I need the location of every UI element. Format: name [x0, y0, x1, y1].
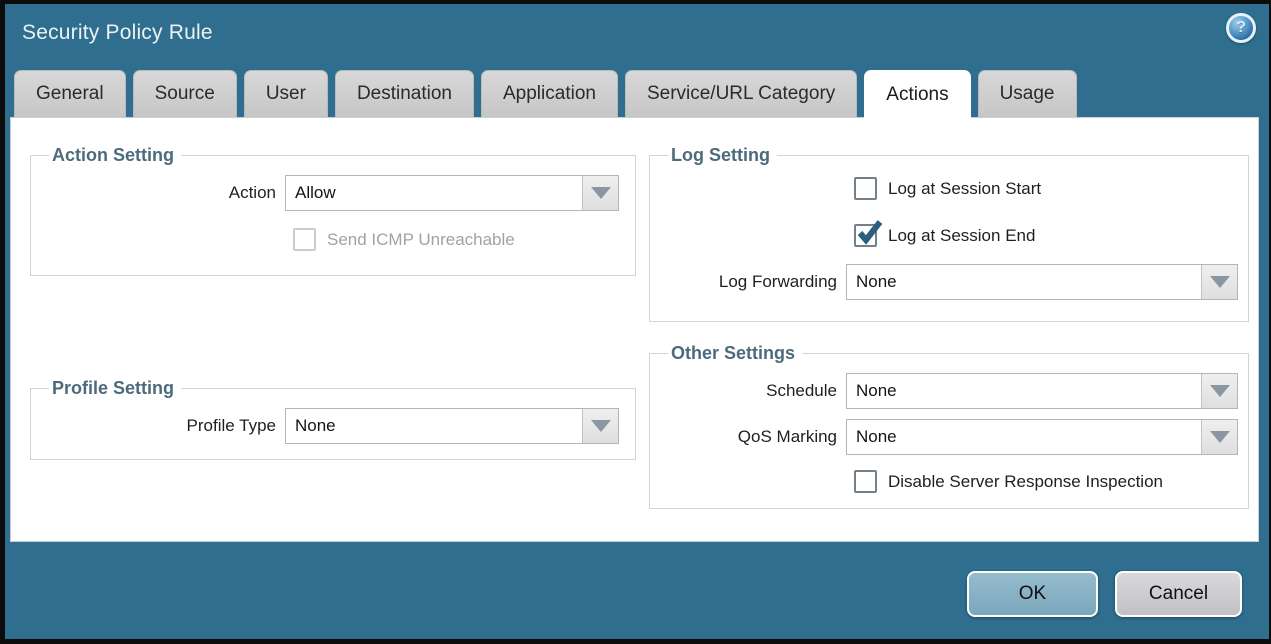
qos-marking-label: QoS Marking [660, 427, 846, 447]
tab-general[interactable]: General [14, 70, 126, 117]
tab-application[interactable]: Application [481, 70, 618, 117]
help-icon[interactable]: ? [1226, 13, 1256, 43]
qos-marking-dropdown-value: None [847, 420, 1201, 454]
action-label: Action [41, 183, 285, 203]
profile-type-dropdown-value: None [286, 409, 582, 443]
profile-type-dropdown-button[interactable] [582, 409, 618, 443]
tab-usage[interactable]: Usage [978, 70, 1077, 117]
log-forwarding-label: Log Forwarding [660, 272, 846, 292]
tab-label: Source [155, 83, 215, 105]
tab-destination[interactable]: Destination [335, 70, 474, 117]
other-settings-group: Other Settings Schedule None QoS Marking… [649, 343, 1249, 509]
tab-label: Actions [886, 84, 948, 106]
tab-actions[interactable]: Actions [864, 70, 970, 118]
security-policy-rule-dialog: Security Policy Rule ? General Source Us… [0, 0, 1271, 644]
cancel-button[interactable]: Cancel [1115, 571, 1242, 617]
tab-label: Application [503, 83, 596, 105]
profile-type-label: Profile Type [41, 416, 285, 436]
action-dropdown[interactable]: Allow [285, 175, 619, 211]
tab-user[interactable]: User [244, 70, 328, 117]
ok-button[interactable]: OK [967, 571, 1098, 617]
send-icmp-unreachable-checkbox [293, 228, 316, 251]
other-settings-legend: Other Settings [668, 343, 802, 364]
schedule-dropdown[interactable]: None [846, 373, 1238, 409]
tab-label: Destination [357, 83, 452, 105]
send-icmp-unreachable-label: Send ICMP Unreachable [327, 230, 515, 250]
action-dropdown-value: Allow [286, 176, 582, 210]
schedule-dropdown-button[interactable] [1201, 374, 1237, 408]
profile-setting-group: Profile Setting Profile Type None [30, 378, 636, 460]
log-at-session-end-checkbox[interactable] [854, 224, 877, 247]
log-forwarding-dropdown[interactable]: None [846, 264, 1238, 300]
dialog-footer: OK Cancel [967, 571, 1242, 617]
profile-setting-legend: Profile Setting [49, 378, 181, 399]
action-setting-legend: Action Setting [49, 145, 181, 166]
chevron-down-icon [591, 420, 611, 432]
schedule-dropdown-value: None [847, 374, 1201, 408]
tab-label: Usage [1000, 83, 1055, 105]
log-setting-legend: Log Setting [668, 145, 777, 166]
question-mark-glyph: ? [1236, 20, 1246, 36]
qos-marking-dropdown-button[interactable] [1201, 420, 1237, 454]
chevron-down-icon [591, 187, 611, 199]
dialog-title: Security Policy Rule [22, 21, 213, 45]
log-at-session-end-label: Log at Session End [888, 226, 1035, 246]
actions-tab-panel: Action Setting Action Allow Send ICMP Un… [10, 117, 1259, 542]
disable-server-response-inspection-checkbox[interactable] [854, 470, 877, 493]
tab-source[interactable]: Source [133, 70, 237, 117]
title-bar: Security Policy Rule ? [5, 4, 1269, 66]
log-at-session-start-label: Log at Session Start [888, 179, 1041, 199]
action-dropdown-button[interactable] [582, 176, 618, 210]
log-forwarding-dropdown-button[interactable] [1201, 265, 1237, 299]
tab-label: General [36, 83, 104, 105]
chevron-down-icon [1210, 431, 1230, 443]
log-forwarding-dropdown-value: None [847, 265, 1201, 299]
action-setting-group: Action Setting Action Allow Send ICMP Un… [30, 145, 636, 276]
tab-label: Service/URL Category [647, 83, 835, 105]
schedule-label: Schedule [660, 381, 846, 401]
tab-label: User [266, 83, 306, 105]
disable-server-response-inspection-label: Disable Server Response Inspection [888, 472, 1163, 492]
log-setting-group: Log Setting Log at Session Start Log at … [649, 145, 1249, 322]
log-at-session-start-checkbox[interactable] [854, 177, 877, 200]
chevron-down-icon [1210, 276, 1230, 288]
chevron-down-icon [1210, 385, 1230, 397]
profile-type-dropdown[interactable]: None [285, 408, 619, 444]
checkmark-icon [856, 219, 883, 246]
qos-marking-dropdown[interactable]: None [846, 419, 1238, 455]
tab-bar: General Source User Destination Applicat… [14, 66, 1260, 117]
tab-service-url-category[interactable]: Service/URL Category [625, 70, 857, 117]
